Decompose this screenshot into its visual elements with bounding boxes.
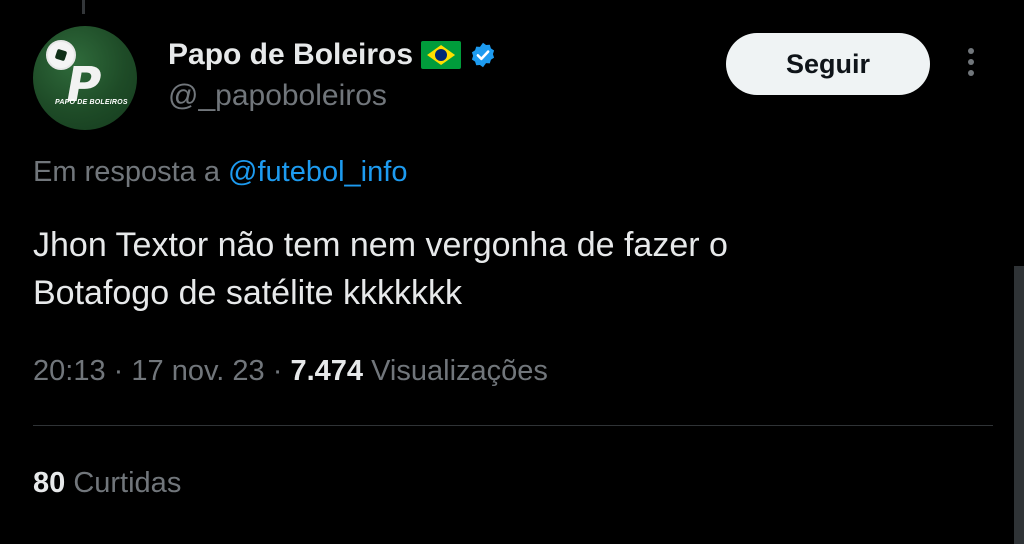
scrollbar[interactable] xyxy=(1014,266,1024,544)
meta-separator: · xyxy=(272,355,283,387)
thread-connector-line xyxy=(82,0,85,14)
author-display-name[interactable]: Papo de Boleiros xyxy=(168,38,413,72)
reply-context: Em resposta a @futebol_info xyxy=(33,156,407,189)
verified-badge-icon xyxy=(471,42,495,68)
likes-label: Curtidas xyxy=(73,467,182,499)
views-count: 7.474 xyxy=(290,355,364,387)
likes-count: 80 xyxy=(33,467,66,499)
avatar-logo-text: PAPO DE BOLEIROS xyxy=(55,99,128,106)
tweet-metadata: 20:13 · 17 nov. 23 · 7.474 Visualizações xyxy=(33,355,548,388)
tweet-time[interactable]: 20:13 xyxy=(33,355,106,387)
views-label: Visualizações xyxy=(371,355,548,387)
reply-prefix: Em resposta a xyxy=(33,156,220,188)
likes-stat[interactable]: 80 Curtidas xyxy=(33,467,181,500)
meta-separator: · xyxy=(113,355,124,387)
tweet-text-line: Jhon Textor não tem nem vergonha de faze… xyxy=(33,226,728,264)
tweet-text-line: Botafogo de satélite kkkkkkk xyxy=(33,274,463,312)
tweet-date[interactable]: 17 nov. 23 xyxy=(131,355,264,387)
author-name-row: Papo de Boleiros xyxy=(168,38,497,72)
tweet-text: Jhon Textor não tem nem vergonha de faze… xyxy=(33,221,933,317)
divider xyxy=(33,425,993,426)
more-options-icon[interactable] xyxy=(962,48,980,84)
reply-mention-link[interactable]: @futebol_info xyxy=(228,156,407,188)
brazil-flag-icon xyxy=(421,41,462,69)
follow-button[interactable]: Seguir xyxy=(726,33,930,95)
author-handle[interactable]: @_papoboleiros xyxy=(168,79,387,113)
avatar[interactable]: P PAPO DE BOLEIROS xyxy=(33,26,137,130)
